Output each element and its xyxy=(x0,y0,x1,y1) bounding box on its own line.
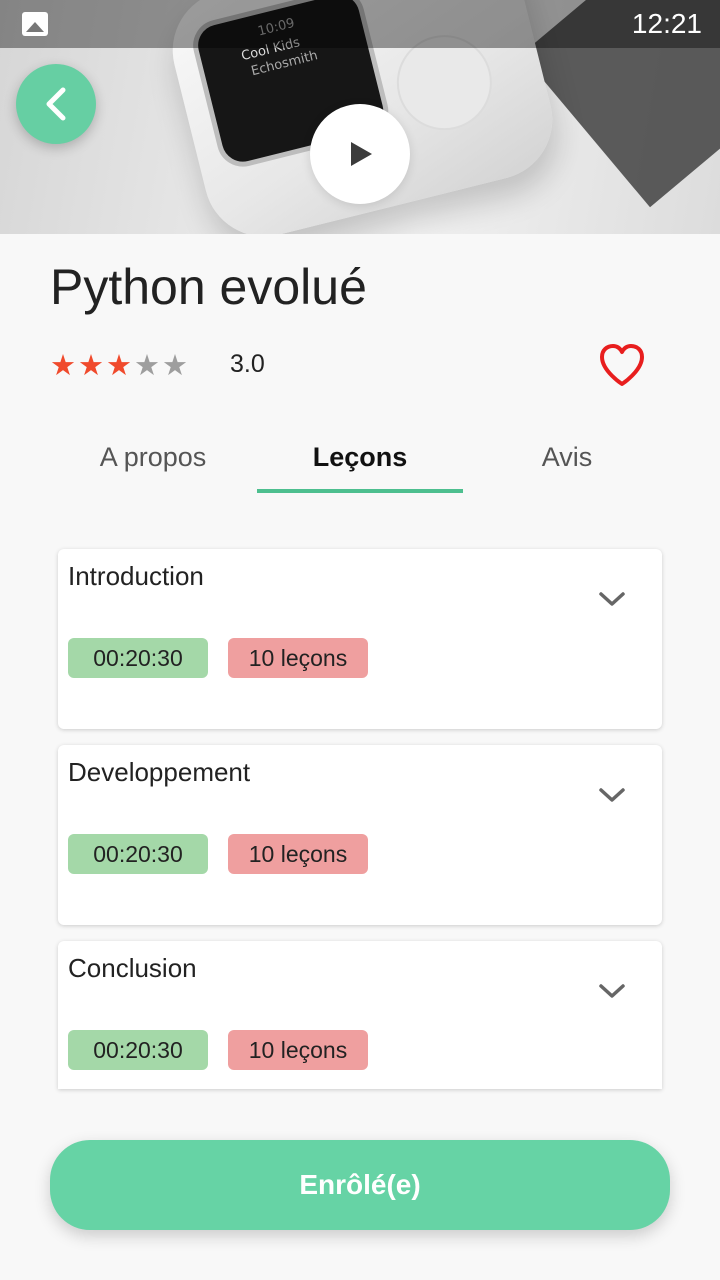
section-title: Developpement xyxy=(68,757,251,787)
chevron-left-icon xyxy=(46,87,66,121)
chevron-down-icon[interactable] xyxy=(598,589,626,609)
status-bar: 12:21 xyxy=(0,0,720,48)
status-time: 12:21 xyxy=(631,8,702,39)
rating-stars: ★ ★ ★ ★ ★ xyxy=(50,348,188,382)
section-title: Introduction xyxy=(68,561,204,591)
star-filled-icon: ★ xyxy=(106,348,132,382)
course-tabs: A propos Leçons Avis xyxy=(50,420,670,494)
lessons-count-badge: 10 leçons xyxy=(228,638,368,678)
lessons-count-badge: 10 leçons xyxy=(228,1030,368,1070)
enroll-button[interactable]: Enrôlé(e) xyxy=(50,1140,670,1230)
section-title: Conclusion xyxy=(68,953,197,983)
back-button[interactable] xyxy=(16,64,96,144)
section-card-introduction[interactable]: Introduction 00:20:30 10 leçons xyxy=(58,549,662,729)
image-icon xyxy=(22,12,48,36)
duration-badge: 00:20:30 xyxy=(68,1030,208,1070)
tab-avis[interactable]: Avis xyxy=(464,420,670,494)
tab-lecons[interactable]: Leçons xyxy=(257,420,463,494)
duration-badge: 00:20:30 xyxy=(68,834,208,874)
lessons-count-badge: 10 leçons xyxy=(228,834,368,874)
chevron-down-icon[interactable] xyxy=(598,981,626,1001)
section-card-developpement[interactable]: Developpement 00:20:30 10 leçons xyxy=(58,745,662,925)
star-empty-icon: ★ xyxy=(134,348,160,382)
section-card-conclusion[interactable]: Conclusion 00:20:30 10 leçons xyxy=(58,941,662,1089)
play-icon xyxy=(351,142,372,166)
heart-outline-icon[interactable] xyxy=(598,342,646,388)
star-filled-icon: ★ xyxy=(50,348,76,382)
tab-indicator xyxy=(257,489,463,493)
star-empty-icon: ★ xyxy=(162,348,188,382)
duration-badge: 00:20:30 xyxy=(68,638,208,678)
play-button[interactable] xyxy=(310,104,410,204)
course-title: Python evolué xyxy=(50,259,367,315)
rating-value: 3.0 xyxy=(230,350,265,378)
tab-a-propos[interactable]: A propos xyxy=(50,420,256,494)
chevron-down-icon[interactable] xyxy=(598,785,626,805)
star-filled-icon: ★ xyxy=(78,348,104,382)
